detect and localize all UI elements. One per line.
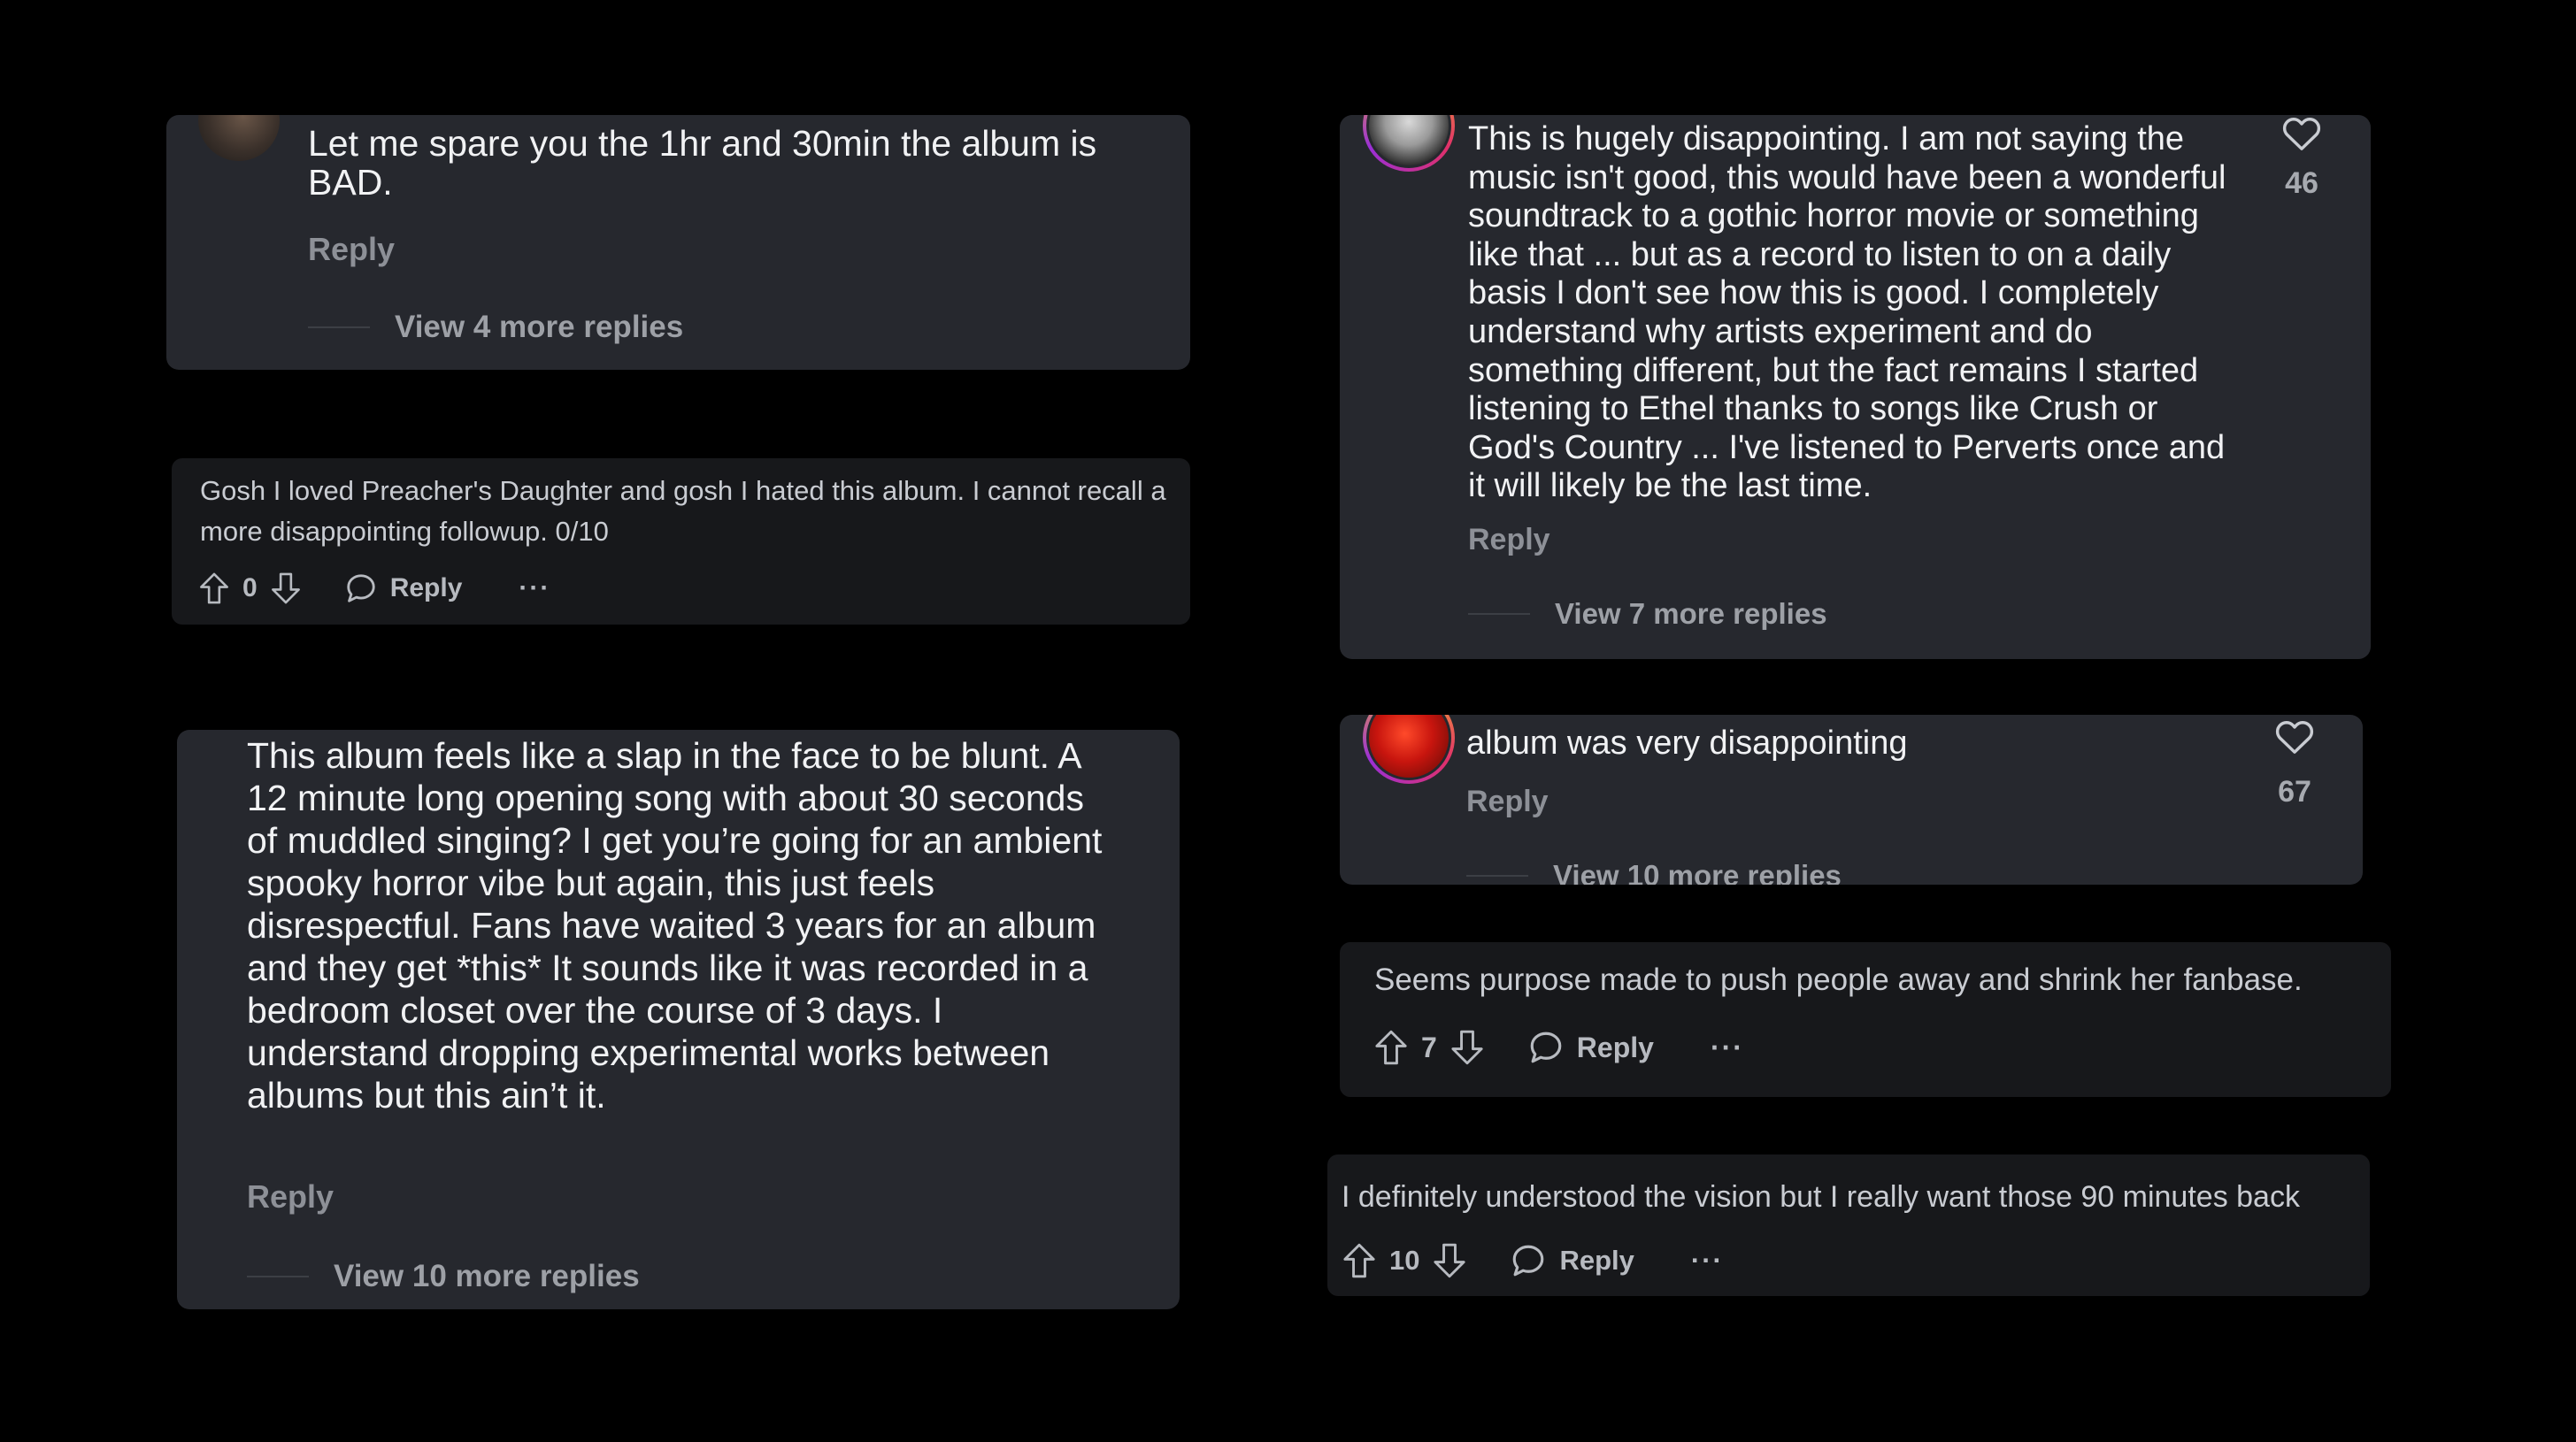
comment-text: Seems purpose made to push people away a… — [1374, 963, 2303, 997]
reply-button[interactable]: Reply — [1577, 1032, 1654, 1064]
comment-actions: 10 Reply ··· — [1342, 1242, 1724, 1279]
comment-card-6: Seems purpose made to push people away a… — [1340, 942, 2391, 1097]
reply-button[interactable]: Reply — [308, 231, 395, 268]
comment-text: I definitely understood the vision but I… — [1342, 1180, 2300, 1214]
downvote-icon[interactable] — [1449, 1029, 1485, 1066]
reply-button[interactable]: Reply — [1468, 523, 1550, 557]
view-more-replies-label: View 10 more replies — [1553, 859, 1842, 885]
comment-card-2: Gosh I loved Preacher's Daughter and gos… — [172, 458, 1190, 625]
divider — [308, 326, 370, 328]
like-count: 46 — [2285, 166, 2318, 200]
upvote-icon[interactable] — [198, 571, 230, 605]
comment-text: Let me spare you the 1hr and 30min the a… — [308, 123, 1097, 203]
comment-card-7: I definitely understood the vision but I… — [1327, 1154, 2370, 1296]
heart-icon[interactable] — [2274, 718, 2315, 756]
reply-button[interactable]: Reply — [247, 1178, 334, 1216]
comment-actions: 0 Reply ··· — [198, 571, 550, 605]
reply-button[interactable]: Reply — [1559, 1245, 1634, 1277]
heart-icon[interactable] — [2281, 115, 2322, 152]
more-dots-icon[interactable]: ··· — [1691, 1245, 1724, 1277]
comment-bubble-icon[interactable] — [1510, 1242, 1547, 1279]
view-more-replies-button[interactable]: View 10 more replies — [1466, 859, 1842, 885]
avatar[interactable] — [1363, 115, 1455, 172]
view-more-replies-label: View 4 more replies — [395, 310, 684, 344]
upvote-icon[interactable] — [1342, 1242, 1377, 1279]
downvote-icon[interactable] — [270, 571, 302, 605]
divider — [247, 1276, 309, 1277]
avatar[interactable] — [198, 115, 280, 161]
vote-count: 0 — [242, 573, 258, 602]
comment-text: Gosh I loved Preacher's Daughter and gos… — [200, 475, 1166, 547]
comment-card-4: This is hugely disappointing. I am not s… — [1340, 115, 2371, 659]
view-more-replies-button[interactable]: View 10 more replies — [247, 1259, 640, 1294]
comment-bubble-icon[interactable] — [1527, 1029, 1565, 1066]
comment-text: This is hugely disappointing. I am not s… — [1468, 120, 2226, 505]
divider — [1466, 875, 1528, 877]
view-more-replies-button[interactable]: View 7 more replies — [1468, 597, 1827, 631]
comment-card-1: Let me spare you the 1hr and 30min the a… — [166, 115, 1190, 370]
divider — [1468, 613, 1530, 615]
like-count: 67 — [2278, 775, 2311, 809]
comment-text: album was very disappointing — [1466, 725, 1908, 762]
reply-button[interactable]: Reply — [390, 573, 463, 603]
more-dots-icon[interactable]: ··· — [1711, 1032, 1744, 1064]
view-more-replies-button[interactable]: View 4 more replies — [308, 310, 683, 345]
comment-card-5: album was very disappointing 67 Reply Vi… — [1340, 715, 2363, 885]
comment-text: This album feels like a slap in the face… — [247, 735, 1103, 1116]
more-dots-icon[interactable]: ··· — [519, 573, 550, 603]
vote-count: 10 — [1389, 1245, 1420, 1276]
avatar[interactable] — [1363, 715, 1455, 784]
reply-button[interactable]: Reply — [1466, 785, 1549, 819]
vote-count: 7 — [1421, 1031, 1437, 1063]
view-more-replies-label: View 7 more replies — [1555, 597, 1827, 630]
downvote-icon[interactable] — [1432, 1242, 1467, 1279]
view-more-replies-label: View 10 more replies — [334, 1259, 640, 1293]
comment-card-3: This album feels like a slap in the face… — [177, 730, 1180, 1309]
comment-actions: 7 Reply ··· — [1373, 1029, 1744, 1066]
upvote-icon[interactable] — [1373, 1029, 1409, 1066]
comment-bubble-icon[interactable] — [344, 571, 378, 605]
